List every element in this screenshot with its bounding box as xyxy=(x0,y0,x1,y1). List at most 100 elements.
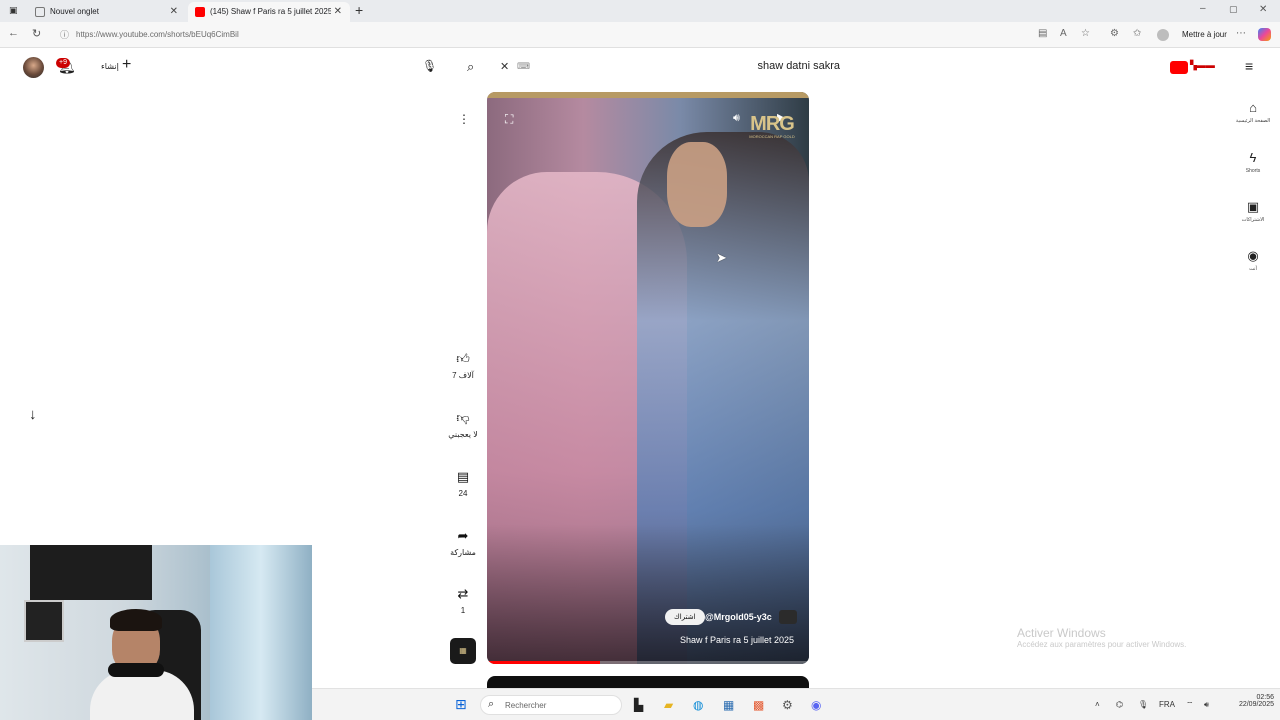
profile-avatar[interactable] xyxy=(1157,29,1169,41)
subscribe-button[interactable]: اشتراك xyxy=(665,609,705,625)
file-explorer-icon[interactable]: ▰ xyxy=(664,698,673,712)
like-button[interactable]: 👍︎ 7 آلاف xyxy=(444,351,482,380)
youtube-favicon-icon xyxy=(195,7,205,17)
share-arrow-icon: ➦ xyxy=(457,528,469,543)
tray-language[interactable]: FRA xyxy=(1159,700,1175,709)
notifications-badge: +9 xyxy=(56,58,70,68)
update-button[interactable]: Mettre à jour xyxy=(1182,30,1227,39)
taskbar-search-icon: ⌕ xyxy=(488,698,495,710)
webcam-overlay xyxy=(0,545,312,720)
remix-button[interactable]: ⇄ 1 xyxy=(444,586,482,615)
sidebar-item-label: الاشتراكات xyxy=(1241,217,1265,223)
remix-icon: ⇄ xyxy=(457,586,469,601)
you-icon: ◉ xyxy=(1247,248,1259,263)
close-tab-icon[interactable]: ✕ xyxy=(330,2,342,22)
minimize-button[interactable]: – xyxy=(1200,3,1206,14)
create-plus-icon[interactable]: + xyxy=(122,56,131,74)
next-short-arrow-icon[interactable]: ↓ xyxy=(29,406,37,423)
copilot-icon[interactable] xyxy=(1258,28,1271,41)
account-avatar[interactable] xyxy=(23,57,44,78)
webcam-poster xyxy=(24,600,64,642)
tray-wifi-icon[interactable]: ⌔ xyxy=(1186,700,1194,710)
tab-label: Nouvel onglet xyxy=(50,7,99,16)
webcam-person-body xyxy=(90,670,194,720)
windows-taskbar: ⊞ ⌕ Rechercher ▙ ▰ ◍ ▦ ▩ ⚙ ◉ ˄ ⌬ 🎙︎ FRA … xyxy=(312,688,1280,720)
tab-actions-icon[interactable]: ▣ xyxy=(9,5,18,16)
video-top-border xyxy=(487,92,809,98)
maximize-button[interactable]: ▢ xyxy=(1229,4,1238,15)
new-tab-button[interactable]: + xyxy=(355,2,363,18)
site-info-icon[interactable]: ⓘ xyxy=(60,22,69,48)
tray-mic-icon[interactable]: 🎙︎ xyxy=(1138,700,1148,709)
subscriptions-icon: ▣ xyxy=(1246,199,1260,214)
tab-new[interactable]: Nouvel onglet ✕ xyxy=(28,2,186,22)
more-options-vertical-icon[interactable]: ⋮ xyxy=(458,112,470,126)
video-frame-face xyxy=(667,142,727,227)
channel-name[interactable]: @Mrgold05-y3c xyxy=(705,612,772,622)
search-icon[interactable]: ⌕ xyxy=(467,59,474,75)
favorites-icon[interactable]: ✩ xyxy=(1133,28,1141,39)
thumbs-up-icon: 👍︎ xyxy=(456,351,470,366)
clear-search-icon[interactable]: ✕ xyxy=(500,60,509,73)
comments-button[interactable]: ▤ 24 xyxy=(444,469,482,498)
back-icon[interactable]: ← xyxy=(8,27,19,39)
create-label[interactable]: إنشاء xyxy=(101,62,119,71)
watermark-title: Activer Windows xyxy=(1017,626,1106,640)
voice-search-mic-icon[interactable]: 🎙︎ xyxy=(422,59,437,73)
discord-icon[interactable]: ◉ xyxy=(811,698,821,712)
extensions-icon[interactable]: ⚙ xyxy=(1110,28,1119,39)
sound-source-thumbnail[interactable]: ▦ xyxy=(450,638,476,664)
app-colorful-icon[interactable]: ▩ xyxy=(753,698,764,712)
favorite-star-icon[interactable]: ☆ xyxy=(1081,28,1090,39)
refresh-icon[interactable]: ↻ xyxy=(32,27,41,40)
sidebar-item-you[interactable]: ◉ أنت xyxy=(1232,248,1274,272)
more-options-icon[interactable]: ⋯ xyxy=(1236,28,1246,39)
remix-count: 1 xyxy=(460,606,466,615)
watermark-subtitle: Accédez aux paramètres pour activer Wind… xyxy=(1017,640,1187,649)
taskbar-search[interactable]: ⌕ Rechercher xyxy=(480,695,622,715)
fullscreen-icon[interactable]: ⛶ xyxy=(505,112,513,127)
comment-icon: ▤ xyxy=(456,469,470,484)
logo-text: MRG xyxy=(750,113,795,135)
reader-mode-icon[interactable]: ▤ xyxy=(1038,28,1047,39)
search-input[interactable]: shaw datni sakra xyxy=(757,60,840,72)
tab-youtube[interactable]: (145) Shaw f Paris ra 5 juillet 2025 ✕ xyxy=(188,2,350,22)
logo-subtext: MOROCCAN RAP GOLD xyxy=(749,134,795,139)
menu-hamburger-icon[interactable]: ≡ xyxy=(1245,58,1253,74)
share-label: مشاركة xyxy=(450,548,476,557)
sidebar-item-label: Shorts xyxy=(1245,168,1261,174)
task-view-icon[interactable]: ▙ xyxy=(634,698,643,712)
tray-network-icon[interactable]: ⌬ xyxy=(1116,700,1123,709)
youtube-logo-icon[interactable] xyxy=(1170,61,1188,74)
sidebar-item-label: أنت xyxy=(1249,266,1257,272)
app-settings-icon[interactable]: ⚙ xyxy=(782,698,793,712)
store-icon[interactable]: ▦ xyxy=(723,698,734,712)
edge-browser-icon[interactable]: ◍ xyxy=(693,698,703,712)
video-progress-bar[interactable] xyxy=(487,661,809,664)
channel-avatar[interactable] xyxy=(779,610,797,624)
dislike-button[interactable]: 👎︎ لا يعجبني xyxy=(444,410,482,439)
url-field[interactable]: ⓘ https://www.youtube.com/shorts/bEUq6Ci… xyxy=(60,22,1020,48)
keyboard-icon[interactable]: ⌨ xyxy=(517,61,530,72)
webcam-shelf xyxy=(30,545,152,600)
clock-time: 02:56 xyxy=(1256,694,1274,701)
youtube-wordmark-icon[interactable]: ▚▬▬ xyxy=(1190,60,1232,72)
read-aloud-icon[interactable]: A xyxy=(1060,28,1067,39)
tray-volume-icon[interactable]: 🔊︎ xyxy=(1204,700,1209,710)
thumbs-down-icon: 👎︎ xyxy=(456,410,470,425)
short-title[interactable]: Shaw f Paris ra 5 juillet 2025 xyxy=(680,635,794,645)
sidebar-item-home[interactable]: ⌂ الصفحة الرئيسية xyxy=(1232,100,1274,124)
tray-overflow-chevron-icon[interactable]: ˄ xyxy=(1095,700,1100,709)
webcam-person-hair xyxy=(110,609,162,631)
share-button[interactable]: ➦ مشاركة xyxy=(444,528,482,557)
close-window-button[interactable]: ✕ xyxy=(1259,4,1267,15)
browser-address-bar: ← ↻ ⓘ https://www.youtube.com/shorts/bEU… xyxy=(0,22,1280,48)
sidebar-item-subscriptions[interactable]: ▣ الاشتراكات xyxy=(1232,199,1274,223)
mouse-cursor-icon: ➤ xyxy=(716,250,727,265)
close-tab-icon[interactable]: ✕ xyxy=(170,2,178,22)
shorts-video-player[interactable]: ⛶ 🔊︎ ▶ MRG MOROCCAN RAP GOLD اشتراك @Mrg… xyxy=(487,92,809,664)
search-box[interactable]: ⌕ ✕ ⌨ shaw datni sakra xyxy=(458,56,854,78)
sidebar-item-shorts[interactable]: ϟ Shorts xyxy=(1232,150,1274,174)
windows-start-icon[interactable]: ⊞ xyxy=(455,696,467,713)
tray-clock[interactable]: 02:56 22/09/2025 xyxy=(1222,694,1274,708)
